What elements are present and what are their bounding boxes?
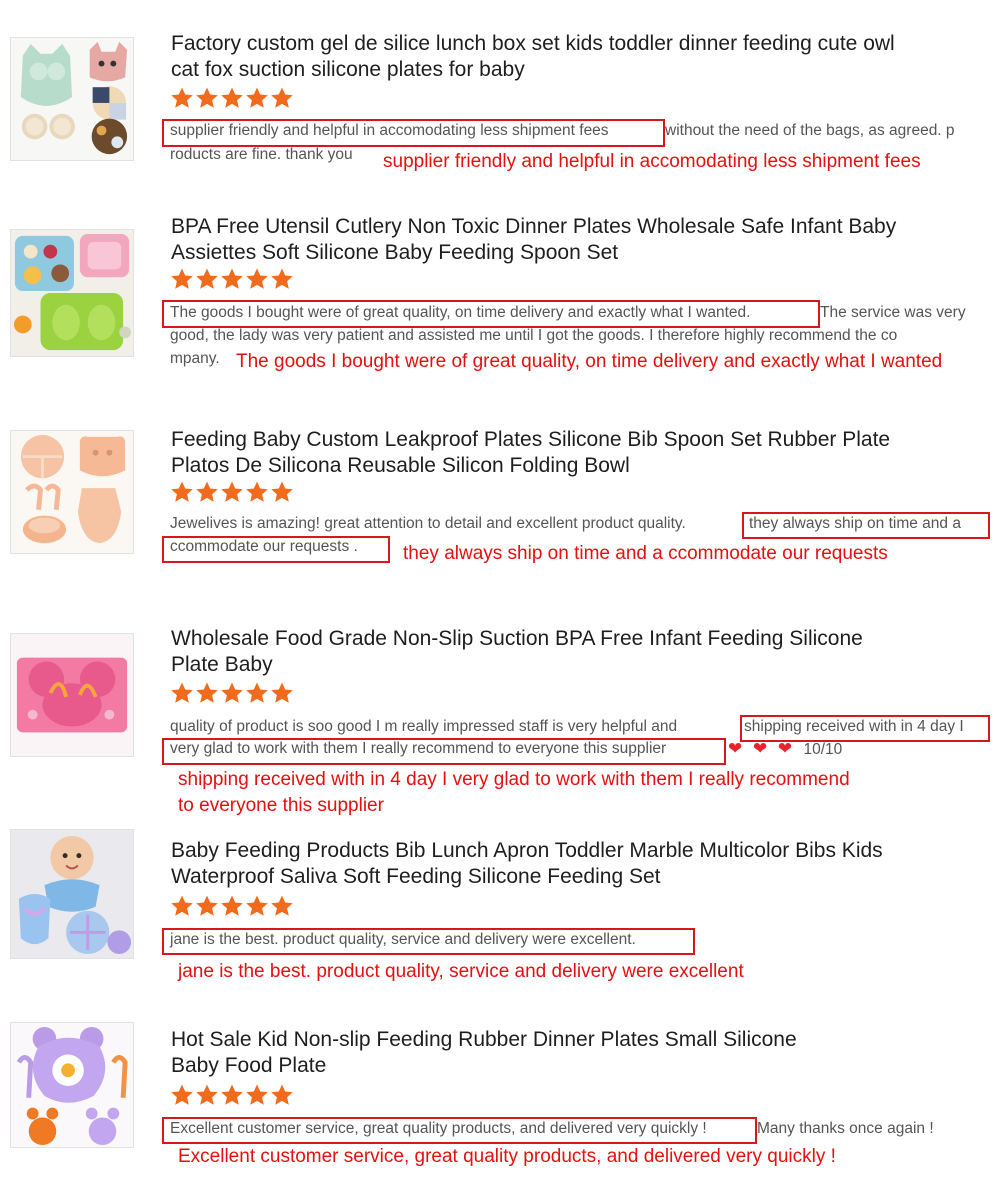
review-text-highlighted: Excellent customer service, great qualit…	[170, 1120, 707, 1137]
product-title-line: Plate Baby	[171, 653, 273, 676]
star-icon	[171, 682, 193, 703]
review-text-highlighted: shipping received with in 4 day I	[744, 718, 964, 735]
product-title-line: Factory custom gel de silice lunch box s…	[171, 32, 895, 55]
star-icon	[171, 87, 193, 108]
highlight-box	[162, 300, 820, 328]
purple-orange-plates-icon	[11, 1023, 133, 1147]
annotation-line: shipping received with in 4 day I very g…	[178, 769, 850, 790]
star-icon	[246, 682, 268, 703]
star-icon	[171, 1084, 193, 1105]
product-image[interactable]	[10, 37, 134, 161]
product-title-line: Baby Food Plate	[171, 1054, 327, 1077]
star-icon	[246, 481, 268, 502]
star-icon	[246, 1084, 268, 1105]
annotation-text: jane is the best. product quality, servi…	[178, 961, 744, 982]
annotation-text: Excellent customer service, great qualit…	[178, 1146, 836, 1167]
star-icon	[271, 1084, 293, 1105]
bib-bowl-spoon-set-icon	[11, 431, 133, 553]
star-icon	[196, 268, 218, 289]
star-icon	[221, 268, 243, 289]
star-icon	[221, 87, 243, 108]
star-icon	[246, 87, 268, 108]
review-text: roducts are fine. thank you	[170, 146, 353, 163]
product-title[interactable]: Baby Feeding Products Bib Lunch Apron To…	[171, 838, 971, 890]
star-icon	[221, 1084, 243, 1105]
review-text-highlighted: ccommodate our requests .	[170, 538, 358, 555]
product-title-line: Baby Feeding Products Bib Lunch Apron To…	[171, 839, 883, 862]
star-icon	[171, 895, 193, 916]
annotation-text: they always ship on time and a ccommodat…	[403, 543, 888, 564]
product-image[interactable]	[10, 229, 134, 357]
product-image[interactable]	[10, 633, 134, 757]
star-icon	[271, 682, 293, 703]
star-icon	[221, 682, 243, 703]
star-rating	[170, 894, 294, 918]
product-title-line: Platos De Silicona Reusable Silicon Fold…	[171, 454, 630, 477]
review-text-highlighted: very glad to work with them I really rec…	[170, 740, 667, 757]
baby-marble-bib-set-icon	[11, 830, 133, 958]
product-title[interactable]: Feeding Baby Custom Leakproof Plates Sil…	[171, 427, 971, 479]
review-text: without the need of the bags, as agreed.…	[665, 122, 955, 139]
product-title-line: Assiettes Soft Silicone Baby Feeding Spo…	[171, 241, 619, 264]
star-icon	[171, 481, 193, 502]
annotation-line: to everyone this supplier	[178, 795, 384, 816]
star-rating	[170, 681, 294, 705]
star-rating	[170, 1083, 294, 1107]
star-icon	[171, 268, 193, 289]
product-image[interactable]	[10, 1022, 134, 1148]
star-icon	[196, 481, 218, 502]
review-text: Jewelives is amazing! great attention to…	[170, 515, 686, 532]
star-icon	[271, 87, 293, 108]
annotation-text: shipping received with in 4 day I very g…	[178, 767, 850, 819]
star-icon	[246, 268, 268, 289]
product-title[interactable]: Hot Sale Kid Non-slip Feeding Rubber Din…	[171, 1027, 971, 1079]
review-text-highlighted: they always ship on time and a	[749, 515, 961, 532]
product-title[interactable]: Factory custom gel de silice lunch box s…	[171, 31, 971, 83]
product-title[interactable]: Wholesale Food Grade Non-Slip Suction BP…	[171, 626, 971, 678]
owl-cat-fox-plates-icon	[11, 38, 133, 160]
heart-icon: ❤ ❤ ❤	[728, 739, 796, 758]
product-image[interactable]	[10, 430, 134, 554]
highlight-box	[162, 119, 665, 147]
star-icon	[196, 895, 218, 916]
review-hearts-and-score: ❤ ❤ ❤ 10/10	[728, 739, 842, 759]
mouse-plate-icon	[11, 634, 133, 756]
annotation-text: supplier friendly and helpful in accomod…	[383, 151, 921, 172]
review-text-highlighted: jane is the best. product quality, servi…	[170, 931, 636, 948]
star-icon	[221, 481, 243, 502]
annotation-text: The goods I bought were of great quality…	[236, 351, 943, 372]
star-icon	[271, 268, 293, 289]
star-icon	[221, 895, 243, 916]
star-icon	[271, 481, 293, 502]
product-title-line: Waterproof Saliva Soft Feeding Silicone …	[171, 865, 661, 888]
star-icon	[196, 1084, 218, 1105]
star-rating	[170, 480, 294, 504]
review-text: mpany.	[170, 350, 220, 367]
review-text: good, the lady was very patient and assi…	[170, 327, 898, 344]
product-title-line: Feeding Baby Custom Leakproof Plates Sil…	[171, 428, 891, 451]
review-text: Many thanks once again !	[757, 1120, 934, 1137]
product-title-line: Wholesale Food Grade Non-Slip Suction BP…	[171, 627, 863, 650]
star-rating	[170, 267, 294, 291]
star-icon	[196, 682, 218, 703]
product-title-line: cat fox suction silicone plates for baby	[171, 58, 525, 81]
review-text: quality of product is soo good I m reall…	[170, 718, 678, 735]
star-rating	[170, 86, 294, 110]
product-title-line: BPA Free Utensil Cutlery Non Toxic Dinne…	[171, 215, 897, 238]
product-image[interactable]	[10, 829, 134, 959]
review-text: The service was very	[820, 304, 966, 321]
star-icon	[246, 895, 268, 916]
divided-plates-icon	[11, 230, 133, 356]
product-title-line: Hot Sale Kid Non-slip Feeding Rubber Din…	[171, 1028, 797, 1051]
star-icon	[271, 895, 293, 916]
star-icon	[196, 87, 218, 108]
review-score: 10/10	[803, 741, 843, 758]
product-title[interactable]: BPA Free Utensil Cutlery Non Toxic Dinne…	[171, 214, 971, 266]
